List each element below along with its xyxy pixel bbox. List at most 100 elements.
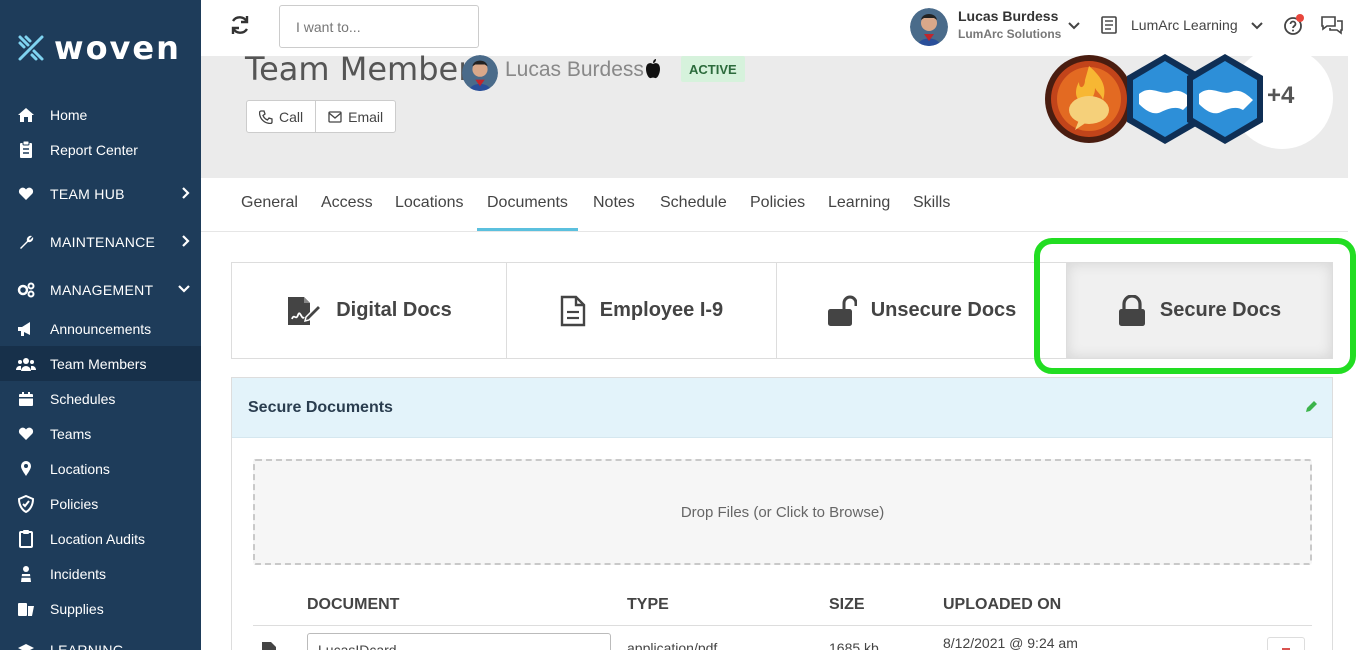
tab-notes[interactable]: Notes: [593, 194, 635, 212]
sidebar-item-team-hub[interactable]: TEAM HUB: [0, 176, 201, 211]
learning-icon: [16, 641, 36, 650]
sidebar-item-policies[interactable]: Policies: [0, 486, 201, 521]
user-name[interactable]: Lucas Burdess: [958, 8, 1058, 24]
delete-document-button[interactable]: [1267, 637, 1305, 650]
sidebar-item-label: Supplies: [50, 600, 104, 617]
panel-header: Secure Documents: [232, 378, 1332, 438]
unlock-icon: [827, 295, 857, 326]
sidebar-item-supplies[interactable]: Supplies: [0, 591, 201, 626]
sidebar-item-maintenance[interactable]: MAINTENANCE: [0, 224, 201, 259]
unsecure-docs-card[interactable]: Unsecure Docs: [776, 263, 1066, 358]
sidebar-item-label: Home: [50, 106, 88, 123]
member-name: Lucas Burdess: [505, 58, 644, 81]
sidebar-item-location-audits[interactable]: Location Audits: [0, 521, 201, 556]
search-input[interactable]: [279, 5, 479, 48]
wrench-icon: [16, 233, 36, 251]
document-size: 1685 kb: [829, 640, 879, 650]
sidebar-item-label: Report Center: [50, 141, 138, 158]
refresh-icon[interactable]: [229, 14, 251, 36]
column-header-size[interactable]: SIZE: [829, 596, 865, 614]
shield-icon: [16, 494, 36, 513]
email-button[interactable]: Email: [315, 101, 395, 132]
secure-docs-highlight: [1034, 238, 1356, 374]
home-icon: [16, 106, 36, 124]
contact-button-group: Call Email: [246, 100, 397, 133]
sidebar-item-label: Teams: [50, 425, 92, 442]
sidebar-item-label: TEAM HUB: [50, 185, 125, 202]
megaphone-icon: [16, 320, 36, 338]
column-header-document[interactable]: DOCUMENT: [307, 596, 399, 614]
incident-icon: [16, 565, 36, 583]
column-header-type[interactable]: TYPE: [627, 596, 669, 614]
clipboard-icon: [16, 529, 36, 548]
panel-title: Secure Documents: [248, 399, 393, 416]
card-label: Digital Docs: [336, 299, 452, 321]
chat-icon[interactable]: [1320, 14, 1344, 36]
fire-chat-badge-icon: [1045, 55, 1133, 143]
more-badges-count[interactable]: +4: [1267, 82, 1294, 110]
tab-general[interactable]: General: [241, 194, 298, 212]
sidebar-item-home[interactable]: Home: [0, 97, 201, 132]
chevron-down-icon[interactable]: [1250, 21, 1264, 31]
member-header: Team Member Lucas Burdess ACTIVE Call Em…: [201, 47, 1348, 178]
tab-schedule[interactable]: Schedule: [660, 194, 727, 212]
member-avatar: [462, 55, 498, 91]
dropzone-text: Drop Files (or Click to Browse): [680, 503, 885, 521]
call-label: Call: [279, 108, 304, 125]
handshake-badge-icon: [1187, 54, 1263, 144]
sidebar-item-schedules[interactable]: Schedules: [0, 381, 201, 416]
tab-learning[interactable]: Learning: [828, 194, 890, 212]
secure-documents-panel: Secure Documents Drop Files (or Click to…: [231, 377, 1333, 650]
pencil-icon[interactable]: [1304, 400, 1318, 414]
file-icon: [262, 642, 276, 650]
woven-logo[interactable]: woven: [16, 28, 181, 68]
active-tab-indicator: [477, 228, 578, 231]
sidebar-item-label: Location Audits: [50, 530, 145, 547]
page-title: Team Member: [245, 50, 472, 88]
user-organization[interactable]: LumArc Solutions: [958, 27, 1061, 41]
employee-i9-card[interactable]: Employee I-9: [506, 263, 776, 358]
sidebar-item-teams[interactable]: Teams: [0, 416, 201, 451]
tab-documents[interactable]: Documents: [487, 194, 568, 212]
learning-portal-link[interactable]: LumArc Learning: [1131, 17, 1238, 33]
chevron-right-icon: [182, 187, 190, 199]
trash-icon: [1282, 648, 1290, 650]
sidebar-item-team-members[interactable]: Team Members: [0, 346, 201, 381]
help-icon[interactable]: [1283, 14, 1305, 36]
sidebar-item-learning[interactable]: LEARNING: [0, 632, 201, 650]
column-header-uploaded-on[interactable]: UPLOADED ON: [943, 596, 1061, 614]
sidebar-item-label: Locations: [50, 460, 110, 477]
card-label: Unsecure Docs: [870, 299, 1017, 321]
document-name-input[interactable]: [307, 633, 611, 650]
sidebar-item-announcements[interactable]: Announcements: [0, 311, 201, 346]
tab-skills[interactable]: Skills: [913, 194, 950, 212]
member-tabs: General Access Locations Documents Notes…: [201, 178, 1348, 232]
logo-text: woven: [54, 29, 181, 67]
signature-doc-icon: [288, 296, 323, 325]
sidebar-item-label: Team Members: [50, 355, 147, 372]
digital-docs-card[interactable]: Digital Docs: [232, 263, 506, 358]
file-dropzone[interactable]: Drop Files (or Click to Browse): [253, 459, 1312, 565]
sidebar-item-management[interactable]: MANAGEMENT: [0, 272, 201, 307]
heart-icon: [16, 185, 36, 203]
envelope-icon: [328, 110, 342, 123]
user-avatar[interactable]: [910, 8, 948, 46]
phone-icon: [259, 109, 273, 124]
chevron-down-icon[interactable]: [1067, 21, 1081, 31]
sidebar-item-report-center[interactable]: Report Center: [0, 132, 201, 167]
document-uploaded-on: 8/12/2021 @ 9:24 am: [943, 635, 1078, 650]
chevron-down-icon: [178, 285, 190, 293]
tab-locations[interactable]: Locations: [395, 194, 464, 212]
email-label: Email: [348, 108, 384, 125]
call-button[interactable]: Call: [247, 101, 315, 132]
sidebar-item-locations[interactable]: Locations: [0, 451, 201, 486]
file-icon: [560, 295, 585, 326]
tab-policies[interactable]: Policies: [750, 194, 805, 212]
apple-icon: [646, 59, 660, 79]
sidebar-item-label: Incidents: [50, 565, 107, 582]
tab-access[interactable]: Access: [321, 194, 373, 212]
sidebar-item-label: LEARNING: [50, 641, 124, 650]
book-icon[interactable]: [1099, 15, 1119, 35]
calendar-icon: [16, 390, 36, 408]
sidebar-item-incidents[interactable]: Incidents: [0, 556, 201, 591]
